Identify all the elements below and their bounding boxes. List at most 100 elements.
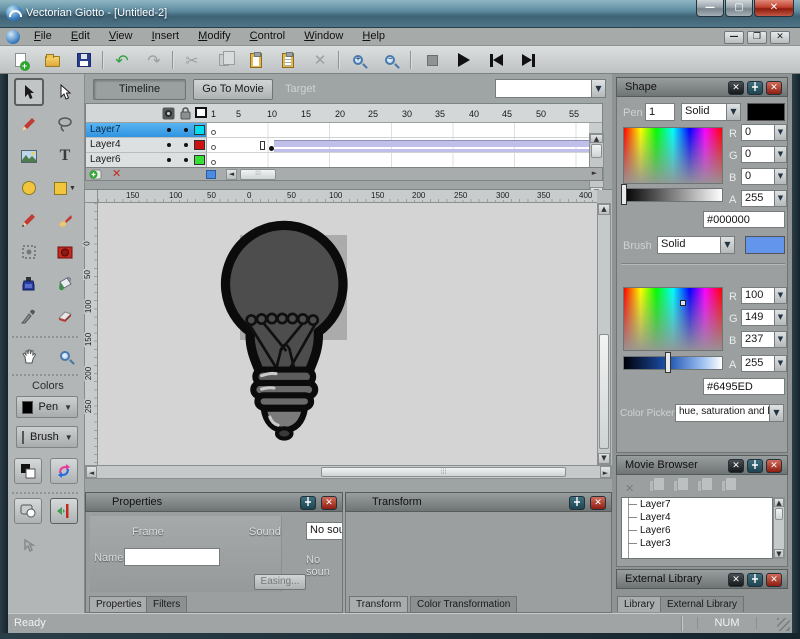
move-up-icon[interactable] <box>697 480 710 492</box>
mdi-restore-button[interactable]: ❐ <box>747 31 767 44</box>
scroll-up-arrow[interactable]: ▲ <box>590 134 603 143</box>
pen-style-chevron[interactable]: ▼ <box>726 103 741 121</box>
delete-item-icon[interactable]: ✕ <box>625 483 638 495</box>
timeline-scroll-thumb[interactable]: ⁞⁞⁞ <box>240 169 276 180</box>
timeline-tab-button[interactable]: Timeline <box>93 79 186 100</box>
stage[interactable] <box>98 203 597 465</box>
layer-visible-dot[interactable] <box>167 158 171 162</box>
layer-visible-dot[interactable] <box>167 143 171 147</box>
pen-color-button[interactable]: Pen ▼ <box>16 396 78 418</box>
brush-g-spinner-arrow[interactable]: ▼ <box>774 309 787 326</box>
easing-button[interactable]: Easing... <box>254 574 306 590</box>
minimize-button[interactable]: — <box>696 0 724 17</box>
transform-panel-titlebar[interactable]: Transform ✕ <box>345 492 612 512</box>
pin-icon[interactable] <box>747 459 763 473</box>
eraser-tool[interactable] <box>50 302 80 330</box>
bitmap-tool[interactable] <box>14 142 44 170</box>
brush-style-dropdown[interactable]: Solid <box>657 236 721 254</box>
center-frame-button[interactable] <box>206 170 216 179</box>
menu-edit[interactable]: Edit <box>63 28 98 45</box>
duplicate-item-icon[interactable] <box>673 480 686 492</box>
movie-browser-scrollbar[interactable]: ▲ ▼ <box>773 497 785 559</box>
sound-dropdown[interactable]: No sou <box>306 522 343 540</box>
show-hide-layers-icon[interactable] <box>162 107 175 120</box>
paste-button[interactable] <box>244 49 268 71</box>
color-picker-chevron[interactable]: ▼ <box>769 404 784 422</box>
scrollbar-thumb[interactable]: ⁞⁞⁞ <box>321 467 566 477</box>
paste-special-button[interactable] <box>276 49 300 71</box>
scroll-right-arrow[interactable]: ► <box>589 169 600 180</box>
undo-button[interactable]: ↶ <box>110 49 134 71</box>
scroll-right-arrow[interactable]: ► <box>600 466 611 478</box>
hide-icon[interactable]: ✕ <box>728 459 744 473</box>
menu-control[interactable]: Control <box>242 28 293 45</box>
scroll-up-arrow[interactable]: ▲ <box>598 204 610 215</box>
lock-layers-icon[interactable] <box>180 107 191 120</box>
brush-r-spinner-arrow[interactable]: ▼ <box>774 287 787 304</box>
close-icon[interactable]: ✕ <box>766 459 782 473</box>
selection-tool[interactable] <box>14 78 44 106</box>
snap-align-tool[interactable] <box>14 532 44 560</box>
pen-rainbow-picker[interactable] <box>623 127 723 184</box>
menu-modify[interactable]: Modify <box>190 28 238 45</box>
list-item[interactable]: Layer3 <box>622 537 772 550</box>
menu-help[interactable]: Help <box>354 28 393 45</box>
brush-g-spinner[interactable]: 149 <box>741 309 775 326</box>
close-icon[interactable]: ✕ <box>766 81 782 95</box>
hide-icon[interactable]: ✕ <box>728 573 744 587</box>
menu-view[interactable]: View <box>101 28 141 45</box>
list-item[interactable]: Layer6 <box>622 524 772 537</box>
scroll-left-arrow[interactable]: ◄ <box>226 169 237 180</box>
ink-bottle-tool[interactable] <box>14 270 44 298</box>
pen-g-spinner-arrow[interactable]: ▼ <box>774 146 787 163</box>
pen-r-spinner-arrow[interactable]: ▼ <box>774 124 787 141</box>
fill-transform-tool[interactable] <box>50 238 80 266</box>
tab-properties[interactable]: Properties <box>89 596 149 612</box>
new-document-button[interactable]: + <box>8 49 32 71</box>
scrollbar-thumb[interactable] <box>775 508 783 520</box>
copy-item-icon[interactable] <box>649 480 662 492</box>
object-drawing-button[interactable] <box>14 498 42 524</box>
layer-row[interactable]: Layer6 <box>86 153 602 168</box>
hand-tool[interactable] <box>14 342 44 370</box>
subselection-tool[interactable] <box>50 78 80 106</box>
layer-row[interactable]: Layer4 <box>86 138 602 153</box>
frame-name-input[interactable] <box>124 548 220 566</box>
menu-window[interactable]: Window <box>296 28 351 45</box>
pen-a-spinner-arrow[interactable]: ▼ <box>774 190 787 207</box>
resize-grip[interactable] <box>777 618 790 631</box>
zoom-out-button[interactable]: − <box>378 49 402 71</box>
brush-color-preview[interactable] <box>745 236 785 254</box>
movie-browser-titlebar[interactable]: Movie Browser ✕ ✕ <box>616 455 788 475</box>
line-tool[interactable] <box>14 110 44 138</box>
add-layer-button[interactable] <box>89 169 103 180</box>
go-to-first-frame-button[interactable] <box>484 49 508 71</box>
movie-browser-list[interactable]: Layer7 Layer4 Layer6 Layer3 <box>621 497 773 559</box>
brush-a-spinner-arrow[interactable]: ▼ <box>774 355 787 372</box>
scroll-left-arrow[interactable]: ◄ <box>86 466 97 478</box>
shape-panel-titlebar[interactable]: Shape ✕ ✕ <box>616 77 788 97</box>
maximize-button[interactable]: ▢ <box>725 0 753 17</box>
mdi-minimize-button[interactable]: — <box>724 31 744 44</box>
menu-file[interactable]: File <box>26 28 60 45</box>
brush-rainbow-picker[interactable] <box>623 287 723 351</box>
play-button[interactable] <box>452 49 476 71</box>
open-button[interactable] <box>40 49 64 71</box>
layer-name[interactable]: Layer6 <box>86 153 206 168</box>
lasso-tool[interactable] <box>50 110 80 138</box>
paint-bucket-tool[interactable] <box>50 270 80 298</box>
scrollbar-thumb[interactable] <box>599 334 609 449</box>
pen-b-spinner-arrow[interactable]: ▼ <box>774 168 787 185</box>
tab-external-library[interactable]: External Library <box>660 596 744 612</box>
canvas-horizontal-scrollbar[interactable]: ◄ ⁞⁞⁞ ► <box>85 465 612 479</box>
pen-color-preview[interactable] <box>747 103 785 121</box>
tab-transform[interactable]: Transform <box>349 596 408 612</box>
brush-b-spinner[interactable]: 237 <box>741 331 775 348</box>
brush-color-button[interactable]: Brush ▼ <box>16 426 78 448</box>
pen-a-spinner[interactable]: 255 <box>741 190 775 207</box>
pin-icon[interactable] <box>747 81 763 95</box>
text-tool[interactable]: T <box>50 142 80 170</box>
stop-button[interactable] <box>420 49 444 71</box>
color-picker-dropdown[interactable]: hue, saturation and lumir <box>675 404 770 422</box>
eyedropper-tool[interactable] <box>14 302 44 330</box>
